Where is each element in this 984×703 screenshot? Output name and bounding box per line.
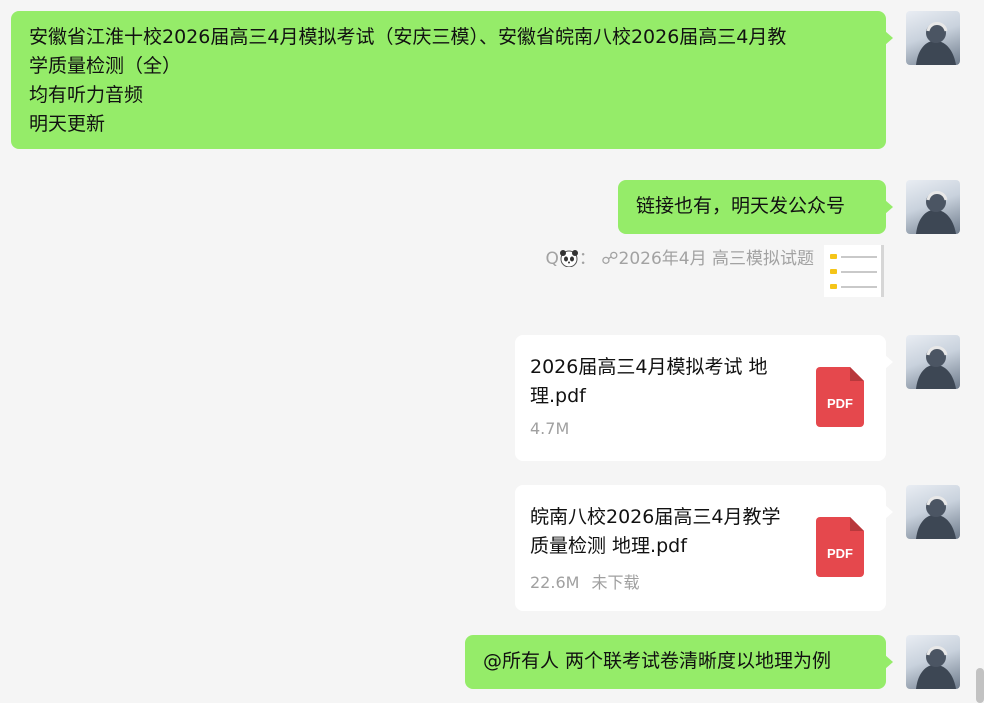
avatar[interactable] xyxy=(906,11,960,65)
pdf-icon: PDF xyxy=(816,367,864,427)
message-bubble-announcement[interactable]: 安徽省江淮十校2026届高三4月模拟考试（安庆三模）、安徽省皖南八校2026届高… xyxy=(11,11,893,149)
file-meta: 4.7M xyxy=(530,419,786,438)
message-line: 均有听力音频 xyxy=(29,84,144,106)
file-meta: 22.6M 未下载 xyxy=(530,569,786,593)
folder-icon xyxy=(830,284,837,289)
file-name: 皖南八校2026届高三4月教学质量检测 地理.pdf xyxy=(530,506,781,557)
panda-emoji-icon xyxy=(559,248,579,268)
message-line: 学质量检测（全） xyxy=(29,55,182,77)
link-icon: ☍ xyxy=(601,249,619,269)
bubble-tail xyxy=(885,505,893,519)
quote-thumbnail[interactable] xyxy=(824,245,884,297)
message-text: 链接也有，明天发公众号 xyxy=(636,195,846,217)
file-size: 4.7M xyxy=(530,419,570,438)
quote-title: 2026年4月 高三模拟试题 xyxy=(618,249,814,269)
download-status: 未下载 xyxy=(591,573,640,592)
file-message-card[interactable]: 皖南八校2026届高三4月教学质量检测 地理.pdf 22.6M 未下载 PDF xyxy=(515,485,893,611)
pdf-icon: PDF xyxy=(816,517,864,577)
bubble-tail xyxy=(885,355,893,369)
message-bubble[interactable]: 链接也有，明天发公众号 xyxy=(618,180,893,234)
thumbnail-row xyxy=(830,279,877,294)
quote-prefix: Q xyxy=(545,249,559,269)
file-size: 22.6M xyxy=(530,573,580,592)
folder-icon xyxy=(830,254,837,259)
message-text: @所有人 两个联考试卷清晰度以地理为例 xyxy=(483,650,832,672)
avatar[interactable] xyxy=(906,180,960,234)
avatar[interactable] xyxy=(906,485,960,539)
pdf-label: PDF xyxy=(827,396,853,411)
bubble-tail xyxy=(885,31,893,45)
quote-text-line: Q ： ☍2026年4月 高三模拟试题 xyxy=(546,245,815,273)
file-message-card[interactable]: 2026届高三4月模拟考试 地理.pdf 4.7M PDF xyxy=(515,335,893,461)
bubble-tail xyxy=(885,655,893,669)
pdf-label: PDF xyxy=(827,546,853,561)
avatar[interactable] xyxy=(906,335,960,389)
quote-separator: ： xyxy=(578,249,596,269)
thumbnail-row xyxy=(830,249,877,264)
message-bubble-mention[interactable]: @所有人 两个联考试卷清晰度以地理为例 xyxy=(465,635,893,689)
quoted-reference[interactable]: Q ： ☍2026年4月 高三模拟试题 xyxy=(546,245,884,303)
avatar[interactable] xyxy=(906,635,960,689)
file-name: 2026届高三4月模拟考试 地理.pdf xyxy=(530,356,768,407)
thumbnail-row xyxy=(830,264,877,279)
message-line: 安徽省江淮十校2026届高三4月模拟考试（安庆三模）、安徽省皖南八校2026届高… xyxy=(29,26,787,48)
message-line: 明天更新 xyxy=(29,113,106,135)
folder-icon xyxy=(830,269,837,274)
scrollbar[interactable] xyxy=(976,668,984,703)
bubble-tail xyxy=(885,200,893,214)
